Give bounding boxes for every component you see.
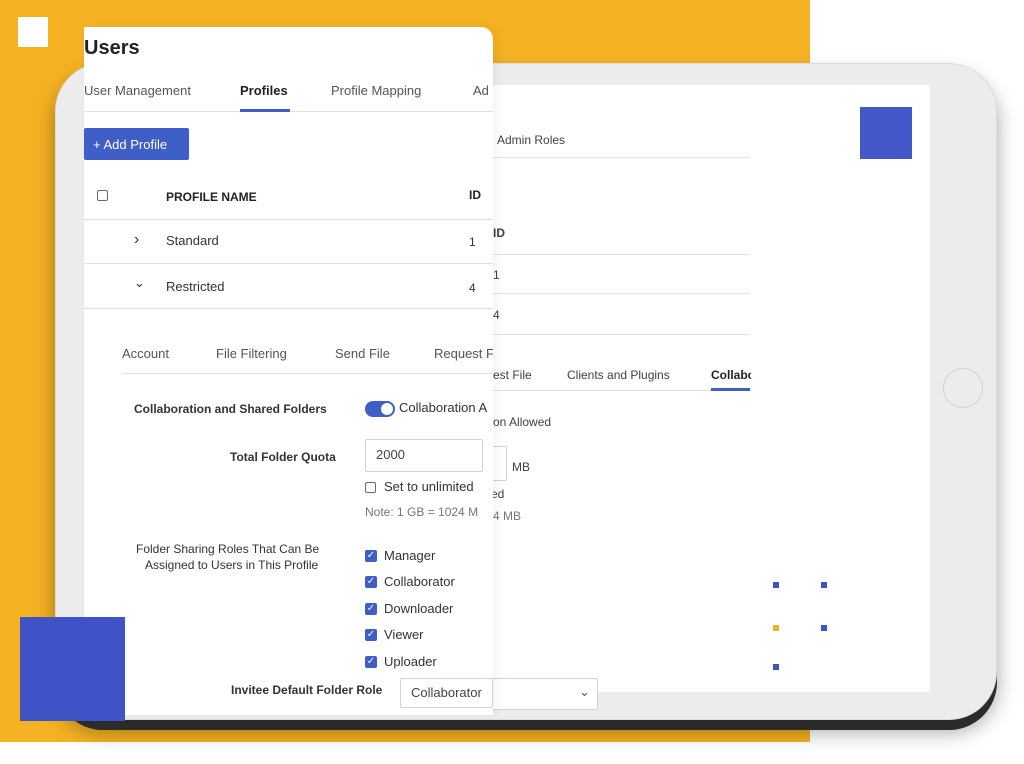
- id-column-header: ID: [493, 226, 505, 240]
- add-profile-button[interactable]: + Add Profile: [84, 128, 189, 160]
- divider: [480, 254, 750, 255]
- tab-request-file[interactable]: est File: [493, 368, 532, 382]
- quota-note: Note: 1 GB = 1024 M: [365, 505, 479, 519]
- checked-icon[interactable]: ✓: [365, 603, 377, 615]
- divider: [480, 390, 750, 391]
- chevron-down-icon: ⌄: [579, 684, 590, 699]
- id-column-header: ID: [469, 188, 481, 202]
- folder-roles-label: Assigned to Users in This Profile: [145, 558, 319, 572]
- divider: [480, 334, 750, 335]
- select-all-checkbox[interactable]: [97, 190, 108, 201]
- decorative-dot: [773, 664, 779, 670]
- page-title: Users: [84, 37, 140, 59]
- profile-name-cell[interactable]: Standard: [166, 233, 219, 248]
- total-folder-quota-label: Total Folder Quota: [230, 450, 336, 464]
- role-option: Manager: [384, 548, 436, 563]
- role-option: Viewer: [384, 627, 424, 642]
- checked-icon[interactable]: ✓: [365, 550, 377, 562]
- admin-roles-tab[interactable]: Admin Roles: [497, 133, 565, 147]
- active-tab-indicator: [240, 109, 290, 112]
- tablet-home-button: [943, 368, 983, 408]
- divider: [84, 219, 493, 220]
- subtab-file-filtering[interactable]: File Filtering: [216, 346, 287, 361]
- mb-unit-label: MB: [512, 460, 530, 474]
- profile-name-cell[interactable]: Restricted: [166, 279, 225, 294]
- decorative-square: [860, 107, 912, 159]
- tab-user-management[interactable]: User Management: [84, 83, 191, 98]
- tab-profiles[interactable]: Profiles: [240, 83, 288, 98]
- unlimited-label: Set to unlimited: [384, 479, 474, 494]
- decorative-square: [18, 17, 48, 47]
- profile-name-column-header: PROFILE NAME: [166, 190, 257, 204]
- divider: [122, 373, 493, 374]
- tab-admin-roles[interactable]: Ad: [473, 83, 489, 98]
- checked-icon[interactable]: ✓: [365, 629, 377, 641]
- id-cell: 4: [493, 308, 500, 322]
- note-fragment: 4 MB: [493, 509, 522, 523]
- decorative-dot: [821, 625, 827, 631]
- unlimited-checkbox[interactable]: [365, 482, 376, 493]
- subtab-account[interactable]: Account: [122, 346, 169, 361]
- active-tab-indicator: [711, 388, 750, 391]
- subtab-send-file[interactable]: Send File: [335, 346, 390, 361]
- divider: [480, 293, 750, 294]
- decorative-dot: [773, 582, 779, 588]
- checked-icon[interactable]: ✓: [365, 656, 377, 668]
- unlimited-text-fragment: ed: [491, 487, 505, 501]
- role-option: Collaborator: [384, 574, 455, 589]
- collaboration-label: Collaboration and Shared Folders: [134, 402, 327, 416]
- checked-icon[interactable]: ✓: [365, 576, 377, 588]
- invitee-role-label: Invitee Default Folder Role: [231, 683, 383, 697]
- tab-clients-and-plugins[interactable]: Clients and Plugins: [567, 368, 670, 382]
- invitee-role-value[interactable]: Collaborator: [400, 678, 493, 708]
- chevron-down-icon[interactable]: ⌄: [134, 275, 145, 291]
- folder-roles-label: Folder Sharing Roles That Can Be: [136, 542, 320, 556]
- collaboration-toggle[interactable]: [365, 401, 395, 417]
- collaboration-allowed-text: on Allowed: [493, 415, 552, 429]
- id-cell: 1: [493, 268, 500, 282]
- profile-id-cell: 4: [469, 281, 476, 295]
- users-panel: Users User Management Profiles Profile M…: [84, 27, 493, 715]
- chevron-right-icon[interactable]: ›: [134, 231, 139, 249]
- folder-quota-input[interactable]: 2000: [365, 439, 483, 472]
- tab-collaboration[interactable]: Collabo: [711, 368, 751, 382]
- role-option: Downloader: [384, 601, 454, 616]
- role-option: Uploader: [384, 654, 437, 669]
- decorative-dot: [821, 582, 827, 588]
- decorative-dot: [773, 625, 779, 631]
- subtab-request-file[interactable]: Request F: [434, 346, 493, 361]
- decorative-square: [20, 617, 125, 721]
- profile-id-cell: 1: [469, 235, 476, 249]
- divider: [480, 157, 750, 158]
- divider: [84, 263, 493, 264]
- collaboration-toggle-label: Collaboration A: [399, 400, 488, 415]
- divider: [84, 308, 493, 309]
- tab-profile-mapping[interactable]: Profile Mapping: [331, 83, 421, 98]
